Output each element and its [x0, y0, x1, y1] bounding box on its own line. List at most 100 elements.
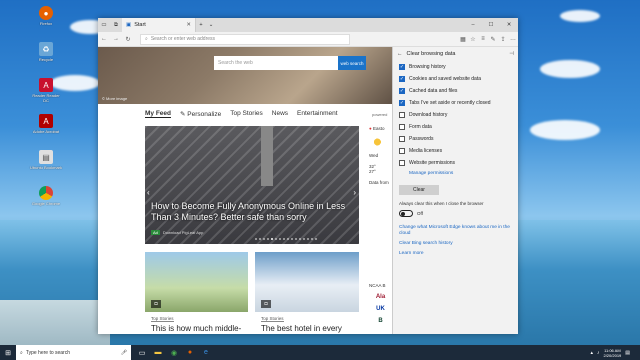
checkbox-checked-icon: ✓ — [399, 64, 405, 70]
microphone-icon[interactable]: 🎤︎ — [121, 350, 127, 356]
minimize-icon[interactable]: – — [464, 22, 482, 28]
desktop-icon-chrome[interactable]: Google Chrome — [30, 186, 62, 220]
back-arrow-icon[interactable]: ← — [397, 51, 403, 57]
clock-date: 2/20/2019 — [603, 352, 622, 358]
checkbox-download-history[interactable]: Download history — [393, 109, 518, 121]
network-icon[interactable]: ▴ — [590, 350, 593, 356]
checkbox-website-permissions[interactable]: Website permissions — [393, 157, 518, 169]
file-icon: ▤ — [39, 150, 53, 164]
web-search-button[interactable]: web search — [338, 56, 366, 70]
notes-icon[interactable]: ✎ — [488, 36, 498, 43]
file-explorer-icon[interactable]: ▬ — [153, 348, 163, 358]
checkbox-passwords[interactable]: Passwords — [393, 133, 518, 145]
team-logo[interactable]: Ala — [369, 294, 392, 300]
carousel-prev-icon[interactable]: ‹ — [147, 188, 150, 197]
learn-more-link[interactable]: Learn more — [399, 251, 511, 257]
task-view-icon[interactable]: ▭ — [137, 348, 147, 358]
new-tab-icon[interactable]: + — [196, 22, 206, 28]
tabs-aside-icon[interactable]: ⧉ — [110, 22, 122, 29]
checkbox-empty-icon — [399, 160, 405, 166]
story-card-1[interactable]: ◘ Top Stories This is how much middle-cl… — [145, 252, 248, 334]
checkbox-cached-data[interactable]: ✓ Cached data and files — [393, 85, 518, 97]
reading-view-icon[interactable]: ▦ — [458, 36, 468, 43]
team-logo[interactable]: B — [369, 318, 392, 324]
carousel-dots — [255, 238, 317, 240]
chrome-icon[interactable]: ◉ — [169, 348, 179, 358]
chrome-icon — [39, 186, 53, 200]
team-logo[interactable]: UK — [369, 306, 392, 312]
always-clear-toggle[interactable] — [399, 210, 413, 217]
checkbox-label: Website permissions — [409, 160, 456, 166]
edge-icon[interactable]: e — [201, 348, 211, 358]
web-search-input[interactable]: Search the web — [214, 56, 338, 70]
feed-nav: My Feed ✎ Personalize Top Stories News E… — [145, 110, 338, 118]
story-source: Ad Download PigLeaf App — [151, 230, 203, 235]
firefox-icon: ● — [39, 6, 53, 20]
search-icon: ⌕ — [20, 349, 23, 356]
taskbar-apps: ▭ ▬ ◉ ● e — [137, 348, 211, 358]
volume-icon[interactable]: ♪ — [597, 350, 600, 356]
notifications-icon[interactable]: ▤ — [625, 350, 630, 356]
address-input[interactable]: ⌕ Search or enter web address — [140, 33, 350, 45]
clear-bing-history-link[interactable]: Clear Bing search history — [399, 241, 511, 247]
firefox-icon[interactable]: ● — [185, 348, 195, 358]
share-icon[interactable]: ⇪ — [498, 36, 508, 43]
checkbox-cookies[interactable]: ✓ Cookies and saved website data — [393, 73, 518, 85]
featured-story-card[interactable]: ‹ › How to Become Fully Anonymous Online… — [145, 126, 359, 244]
maximize-icon[interactable]: ☐ — [482, 22, 500, 28]
desktop-icon-label: Ubuntu Bookmark — [30, 165, 63, 170]
window-controls: – ☐ ✕ — [464, 22, 518, 28]
checkbox-checked-icon: ✓ — [399, 100, 405, 106]
desktop-icon-recycle[interactable]: ♻ Recycle — [30, 42, 62, 76]
checkbox-empty-icon — [399, 136, 405, 142]
checkbox-form-data[interactable]: Form data — [393, 121, 518, 133]
carousel-next-icon[interactable]: › — [353, 188, 356, 197]
chevron-down-icon[interactable]: ⌄ — [206, 22, 216, 28]
checkbox-label: Cached data and files — [409, 88, 458, 94]
taskbar-search[interactable]: ⌕ Type here to search 🎤︎ — [16, 345, 131, 360]
image-credit: © More image — [102, 96, 128, 101]
pin-icon[interactable]: ⊣ — [509, 51, 514, 57]
more-icon[interactable]: … — [508, 36, 518, 43]
desktop-icon-firefox[interactable]: ● Firefox — [30, 6, 62, 40]
cloud-data-link[interactable]: Change what Microsoft Edge knows about m… — [399, 225, 511, 237]
checkbox-media-licenses[interactable]: Media licenses — [393, 145, 518, 157]
clock[interactable]: 11:06 AM 2/20/2019 — [603, 348, 621, 358]
checkbox-empty-icon — [399, 148, 405, 154]
desktop-icon-acrobat[interactable]: A Adobe Acrobat — [30, 114, 62, 148]
checkbox-label: Media licenses — [409, 148, 443, 154]
checkbox-browsing-history[interactable]: ✓ Browsing history — [393, 61, 518, 73]
story-source-label: Download PigLeaf App — [162, 230, 204, 235]
refresh-icon[interactable]: ↻ — [122, 36, 134, 43]
checkbox-tabs-aside[interactable]: ✓ Tabs I've set aside or recently closed — [393, 97, 518, 109]
close-window-icon[interactable]: ✕ — [500, 22, 518, 28]
tab-personalize-label: Personalize — [187, 111, 222, 118]
desktop-icon-reader[interactable]: A Reader Reader DC — [30, 78, 62, 112]
checkbox-label: Form data — [409, 124, 432, 130]
favorite-star-icon[interactable]: ☆ — [468, 36, 478, 43]
panel-header: ← Clear browsing data ⊣ — [393, 47, 518, 61]
favorites-hub-icon[interactable]: ≡ — [478, 36, 488, 43]
toggle-state: Off — [417, 211, 423, 216]
tab-entertainment[interactable]: Entertainment — [297, 110, 337, 118]
tab-personalize[interactable]: ✎ Personalize — [180, 110, 221, 118]
tab-preview-icon[interactable]: ▭ — [98, 22, 110, 28]
checkbox-label: Browsing history — [409, 64, 446, 70]
weather-source: Data from — [369, 180, 389, 185]
taskbar-search-placeholder: Type here to search — [25, 349, 71, 356]
tab-news[interactable]: News — [272, 110, 288, 118]
clear-button[interactable]: Clear — [399, 185, 439, 195]
forward-icon[interactable]: → — [110, 36, 122, 42]
tab-top-stories[interactable]: Top Stories — [230, 110, 263, 118]
camera-icon: ◘ — [261, 300, 271, 308]
clock-time: 11:06 AM — [604, 347, 621, 353]
tab-start[interactable]: ▣ Start ✕ — [122, 18, 196, 32]
weather-widget: ● Easto Wed 32° 27° Data from — [369, 126, 392, 185]
close-tab-icon[interactable]: ✕ — [186, 22, 191, 28]
back-icon[interactable]: ← — [98, 36, 110, 42]
manage-permissions-link[interactable]: Manage permissions — [393, 171, 518, 176]
story-card-2[interactable]: ◘ Top Stories The best hotel in every st… — [255, 252, 359, 334]
desktop-icon-bookmark[interactable]: ▤ Ubuntu Bookmark — [30, 150, 62, 184]
windows-start-icon[interactable]: ⊞ — [0, 349, 16, 357]
tab-my-feed[interactable]: My Feed — [145, 110, 172, 118]
